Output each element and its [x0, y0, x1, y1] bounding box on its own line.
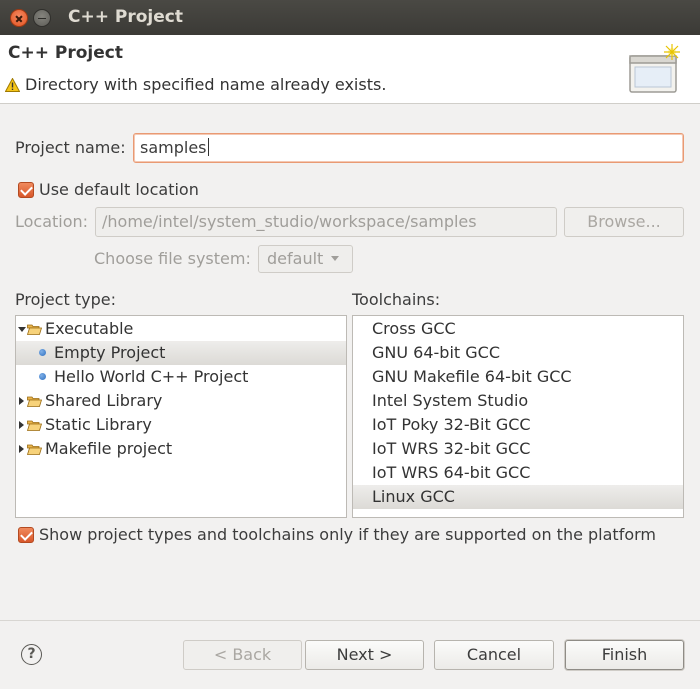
tree-item-label: Makefile project: [45, 439, 173, 458]
browse-button[interactable]: Browse...: [564, 207, 684, 237]
tree-item-static-library[interactable]: Static Library: [16, 413, 346, 437]
location-label: Location:: [15, 212, 89, 231]
cancel-button[interactable]: Cancel: [434, 640, 554, 670]
supported-only-label[interactable]: Show project types and toolchains only i…: [39, 525, 656, 544]
tree-item-executable[interactable]: Executable: [16, 317, 346, 341]
file-system-select[interactable]: default: [258, 245, 353, 273]
project-name-input[interactable]: samples: [133, 133, 684, 163]
open-folder-icon: [27, 324, 42, 335]
text-caret: [207, 138, 209, 156]
wizard-message: Directory with specified name already ex…: [25, 75, 387, 94]
file-system-value: default: [267, 249, 324, 268]
tree-item-label: Empty Project: [54, 343, 166, 362]
collapsed-arrow-icon: [19, 421, 24, 429]
back-button[interactable]: < Back: [183, 640, 302, 670]
project-template-icon: [39, 373, 46, 380]
toolchain-item[interactable]: GNU Makefile 64-bit GCC: [353, 365, 683, 389]
project-template-icon: [39, 349, 46, 356]
warning-icon: [5, 78, 20, 92]
tree-item-shared-library[interactable]: Shared Library: [16, 389, 346, 413]
chevron-down-icon: [331, 256, 340, 261]
toolchain-item-selected[interactable]: Linux GCC: [353, 485, 683, 509]
finish-button[interactable]: Finish: [565, 640, 684, 670]
file-system-label: Choose file system:: [94, 249, 251, 268]
open-folder-icon: [27, 444, 42, 455]
project-name-value: samples: [140, 138, 207, 157]
wizard-banner: C++ Project Directory with specified nam…: [0, 35, 700, 104]
wizard-page-title: C++ Project: [8, 43, 123, 63]
window-title: C++ Project: [68, 7, 183, 27]
tree-item-label: Static Library: [45, 415, 152, 434]
tree-item-label: Shared Library: [45, 391, 163, 410]
new-project-wizard-icon: [629, 44, 680, 93]
open-folder-icon: [27, 396, 42, 407]
toolchain-item[interactable]: Cross GCC: [353, 317, 683, 341]
use-default-location-label[interactable]: Use default location: [39, 180, 199, 199]
tree-item-empty-project[interactable]: Empty Project: [16, 341, 346, 365]
title-bar: C++ Project: [0, 0, 700, 35]
toolchain-item[interactable]: Intel System Studio: [353, 389, 683, 413]
footer-divider: [0, 620, 700, 621]
collapsed-arrow-icon: [19, 445, 24, 453]
toolchains-label: Toolchains:: [352, 290, 441, 309]
next-button[interactable]: Next >: [305, 640, 424, 670]
toolchain-item[interactable]: IoT WRS 32-bit GCC: [353, 437, 683, 461]
tree-item-hello-world[interactable]: Hello World C++ Project: [16, 365, 346, 389]
minimize-window-button[interactable]: [33, 9, 51, 27]
project-name-label: Project name:: [15, 138, 126, 157]
project-type-tree[interactable]: Executable Empty Project Hello World C++…: [15, 315, 347, 518]
help-icon[interactable]: ?: [21, 644, 42, 665]
use-default-location-checkbox[interactable]: [18, 182, 34, 198]
toolchain-item[interactable]: IoT WRS 64-bit GCC: [353, 461, 683, 485]
close-window-button[interactable]: [10, 9, 28, 27]
tree-item-makefile-project[interactable]: Makefile project: [16, 437, 346, 461]
tree-item-label: Hello World C++ Project: [54, 367, 249, 386]
project-type-label: Project type:: [15, 290, 116, 309]
toolchains-list[interactable]: Cross GCC GNU 64-bit GCC GNU Makefile 64…: [352, 315, 684, 518]
open-folder-icon: [27, 420, 42, 431]
tree-item-label: Executable: [45, 319, 134, 338]
supported-only-checkbox[interactable]: [18, 527, 34, 543]
expanded-arrow-icon: [18, 327, 26, 332]
collapsed-arrow-icon: [19, 397, 24, 405]
toolchain-item[interactable]: IoT Poky 32-Bit GCC: [353, 413, 683, 437]
location-input[interactable]: /home/intel/system_studio/workspace/samp…: [95, 207, 557, 237]
toolchain-item[interactable]: GNU 64-bit GCC: [353, 341, 683, 365]
